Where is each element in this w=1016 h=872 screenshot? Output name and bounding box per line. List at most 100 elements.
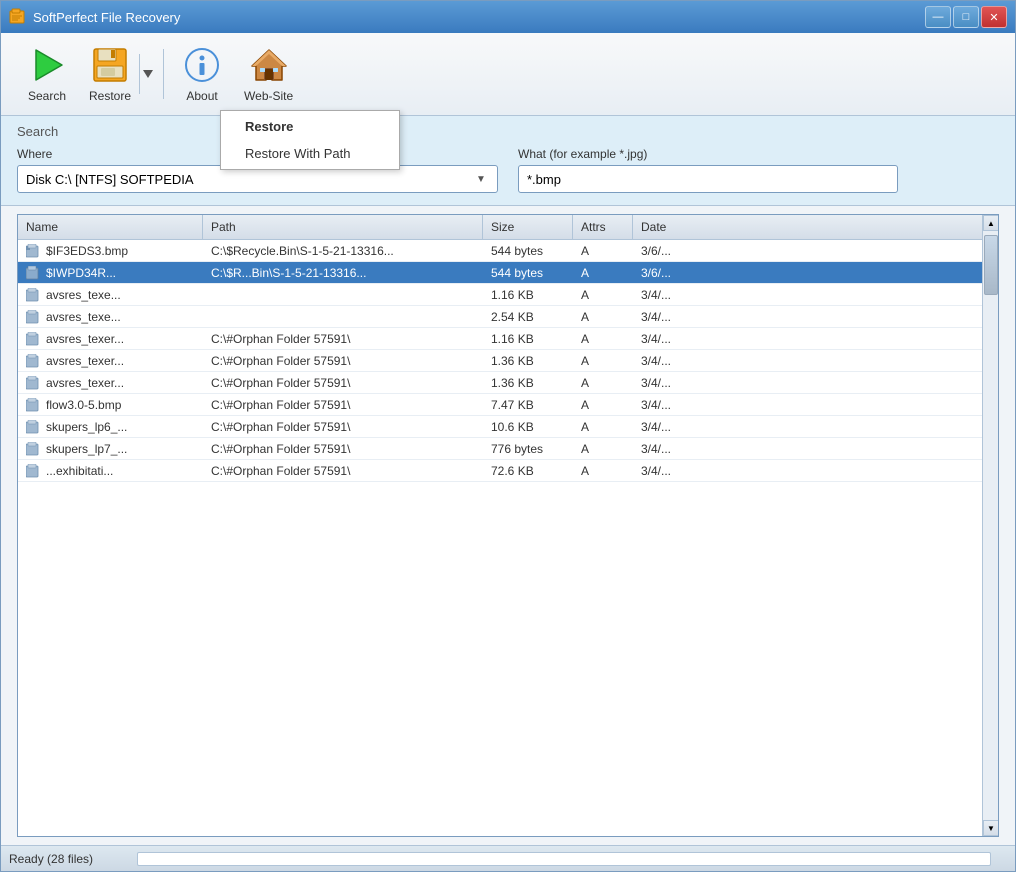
cell-path: [203, 293, 483, 297]
cell-size: 2.54 KB: [483, 308, 573, 326]
file-icon: [26, 332, 42, 346]
cell-date: 3/6/...: [633, 264, 998, 282]
main-window: SoftPerfect File Recovery — □ ✕ Search: [0, 0, 1016, 872]
table-row[interactable]: avsres_texer... C:\#Orphan Folder 57591\…: [18, 372, 998, 394]
what-input[interactable]: [518, 165, 898, 193]
cell-name: skupers_lp7_...: [18, 440, 203, 458]
table-row[interactable]: ...exhibitati... C:\#Orphan Folder 57591…: [18, 460, 998, 482]
cell-date: 3/4/...: [633, 462, 998, 480]
cell-path: C:\#Orphan Folder 57591\: [203, 374, 483, 392]
maximize-button[interactable]: □: [953, 6, 979, 28]
file-icon: [26, 398, 42, 412]
restore-toolbar-icon: [90, 45, 130, 85]
minimize-button[interactable]: —: [925, 6, 951, 28]
col-header-size[interactable]: Size: [483, 215, 573, 239]
search-toolbar-icon: [27, 45, 67, 85]
what-field-group: What (for example *.jpg): [518, 147, 999, 193]
cell-size: 544 bytes: [483, 264, 573, 282]
about-toolbar-button[interactable]: About: [172, 41, 232, 107]
restore-toolbar-button[interactable]: Restore: [81, 41, 139, 107]
progress-bar: [137, 852, 991, 866]
status-text: Ready (28 files): [9, 852, 129, 866]
cell-date: 3/4/...: [633, 330, 998, 348]
what-label: What (for example *.jpg): [518, 147, 999, 161]
cell-path: C:\#Orphan Folder 57591\: [203, 396, 483, 414]
col-header-name[interactable]: Name: [18, 215, 203, 239]
scrollbar[interactable]: ▲ ▼: [982, 215, 998, 836]
close-button[interactable]: ✕: [981, 6, 1007, 28]
cell-attrs: A: [573, 330, 633, 348]
table-row[interactable]: avsres_texe... 2.54 KB A 3/4/...: [18, 306, 998, 328]
restore-toolbar-label: Restore: [89, 89, 131, 103]
cell-name: avsres_texer...: [18, 374, 203, 392]
file-icon: [26, 354, 42, 368]
col-header-path[interactable]: Path: [203, 215, 483, 239]
cell-name: $IWPD34R...: [18, 264, 203, 282]
website-toolbar-button[interactable]: Web-Site: [236, 41, 301, 107]
table-row[interactable]: skupers_lp7_... C:\#Orphan Folder 57591\…: [18, 438, 998, 460]
where-value: Disk C:\ [NTFS] SOFTPEDIA: [26, 172, 473, 187]
cell-size: 1.16 KB: [483, 330, 573, 348]
file-icon: [26, 266, 42, 280]
table-header: Name Path Size Attrs Date: [18, 215, 998, 240]
window-title: SoftPerfect File Recovery: [33, 10, 925, 25]
about-toolbar-label: About: [186, 89, 217, 103]
restore-dropdown-button[interactable]: [139, 54, 155, 94]
table-row[interactable]: $IF3EDS3.bmp C:\$Recycle.Bin\S-1-5-21-13…: [18, 240, 998, 262]
table-row[interactable]: avsres_texer... C:\#Orphan Folder 57591\…: [18, 328, 998, 350]
cell-size: 72.6 KB: [483, 462, 573, 480]
cell-size: 1.36 KB: [483, 374, 573, 392]
col-header-attrs[interactable]: Attrs: [573, 215, 633, 239]
file-icon: [26, 464, 42, 478]
file-icon: [26, 310, 42, 324]
cell-attrs: A: [573, 264, 633, 282]
cell-path: C:\#Orphan Folder 57591\: [203, 462, 483, 480]
cell-attrs: A: [573, 242, 633, 260]
cell-size: 544 bytes: [483, 242, 573, 260]
cell-path: C:\$Recycle.Bin\S-1-5-21-13316...: [203, 242, 483, 260]
cell-attrs: A: [573, 418, 633, 436]
col-header-date[interactable]: Date: [633, 215, 998, 239]
search-panel-title: Search: [17, 124, 999, 139]
cell-attrs: A: [573, 374, 633, 392]
cell-date: 3/4/...: [633, 286, 998, 304]
file-icon: [26, 420, 42, 434]
table-row[interactable]: flow3.0-5.bmp C:\#Orphan Folder 57591\ 7…: [18, 394, 998, 416]
scrollbar-thumb[interactable]: [984, 235, 998, 295]
cell-name: skupers_lp6_...: [18, 418, 203, 436]
table-row[interactable]: skupers_lp6_... C:\#Orphan Folder 57591\…: [18, 416, 998, 438]
search-toolbar-label: Search: [28, 89, 66, 103]
table-row[interactable]: $IWPD34R... C:\$R...Bin\S-1-5-21-13316..…: [18, 262, 998, 284]
cell-path: C:\#Orphan Folder 57591\: [203, 330, 483, 348]
table-body: $IF3EDS3.bmp C:\$Recycle.Bin\S-1-5-21-13…: [18, 240, 998, 836]
titlebar: SoftPerfect File Recovery — □ ✕: [1, 1, 1015, 33]
cell-path: [203, 315, 483, 319]
table-row[interactable]: avsres_texe... 1.16 KB A 3/4/...: [18, 284, 998, 306]
file-icon: [26, 288, 42, 302]
cell-attrs: A: [573, 396, 633, 414]
cell-attrs: A: [573, 286, 633, 304]
scrollbar-down-button[interactable]: ▼: [983, 820, 999, 836]
search-panel: Search Where Disk C:\ [NTFS] SOFTPEDIA ▼…: [1, 116, 1015, 206]
website-toolbar-label: Web-Site: [244, 89, 293, 103]
cell-name: flow3.0-5.bmp: [18, 396, 203, 414]
app-icon: [9, 8, 27, 26]
cell-attrs: A: [573, 440, 633, 458]
cell-date: 3/4/...: [633, 374, 998, 392]
cell-attrs: A: [573, 352, 633, 370]
about-toolbar-icon: [182, 45, 222, 85]
toolbar-separator: [163, 49, 164, 99]
cell-path: C:\#Orphan Folder 57591\: [203, 352, 483, 370]
window-controls: — □ ✕: [925, 6, 1007, 28]
scrollbar-up-button[interactable]: ▲: [983, 215, 999, 231]
cell-date: 3/4/...: [633, 308, 998, 326]
search-toolbar-button[interactable]: Search: [17, 41, 77, 107]
table-row[interactable]: avsres_texer... C:\#Orphan Folder 57591\…: [18, 350, 998, 372]
cell-attrs: A: [573, 308, 633, 326]
cell-name: avsres_texe...: [18, 286, 203, 304]
where-dropdown-arrow: ▼: [473, 171, 489, 187]
search-fields: Where Disk C:\ [NTFS] SOFTPEDIA ▼ What (…: [17, 147, 999, 193]
cell-date: 3/4/...: [633, 396, 998, 414]
results-area: Name Path Size Attrs Date $IF3EDS: [1, 206, 1015, 845]
cell-size: 776 bytes: [483, 440, 573, 458]
